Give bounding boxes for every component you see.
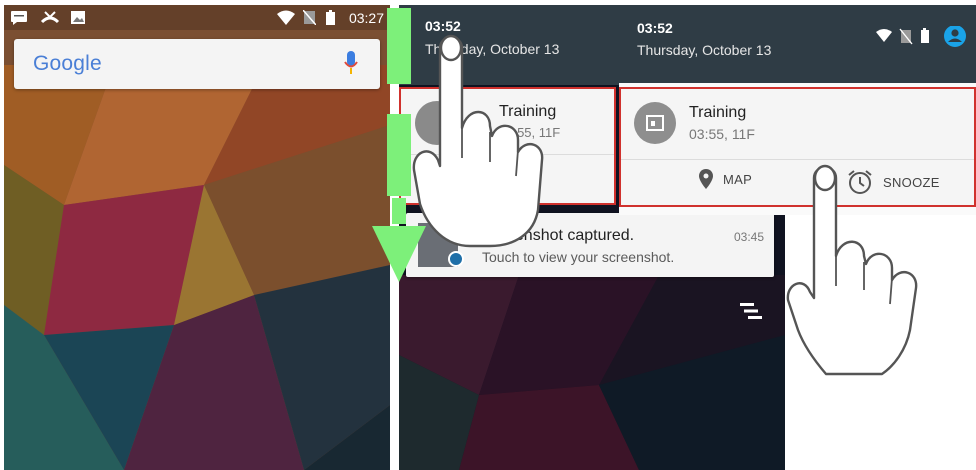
no-sim-icon	[899, 28, 913, 45]
calendar-icon	[634, 102, 676, 144]
battery-icon	[326, 10, 335, 25]
map-label: MAP	[723, 171, 753, 187]
status-icons	[876, 26, 966, 47]
shade-time: 03:52	[637, 20, 673, 36]
google-search-bar[interactable]: Google	[14, 39, 380, 89]
notification-title: Training	[689, 104, 747, 121]
shade-header: 03:52 Thursday, October 13	[619, 5, 976, 83]
notification-subtitle: 03:55, 11F	[689, 126, 755, 142]
wifi-icon	[277, 10, 295, 25]
location-pin-icon	[699, 169, 713, 189]
no-sim-icon	[303, 10, 316, 25]
microphone-icon[interactable]	[344, 51, 358, 77]
account-icon	[944, 26, 966, 47]
tap-hand-icon	[786, 164, 918, 376]
image-icon	[71, 11, 85, 24]
message-icon	[11, 11, 27, 25]
wifi-icon	[876, 29, 892, 42]
home-screen: 03:27 Google	[4, 5, 390, 470]
swipe-hand-icon	[412, 34, 544, 248]
notification-subtitle: Touch to view your screenshot.	[482, 249, 675, 265]
image-badge-icon	[448, 251, 464, 267]
shade-date: Thursday, October 13	[637, 42, 772, 58]
dark-wallpaper	[399, 275, 785, 470]
map-action-button[interactable]: MAP	[699, 169, 752, 189]
clear-all-icon[interactable]	[740, 301, 762, 321]
battery-icon	[921, 28, 929, 43]
google-logo: Google	[33, 52, 102, 75]
status-bar: 03:27	[4, 5, 390, 30]
notification-time: 03:45	[733, 230, 764, 244]
missed-call-icon	[40, 11, 60, 24]
